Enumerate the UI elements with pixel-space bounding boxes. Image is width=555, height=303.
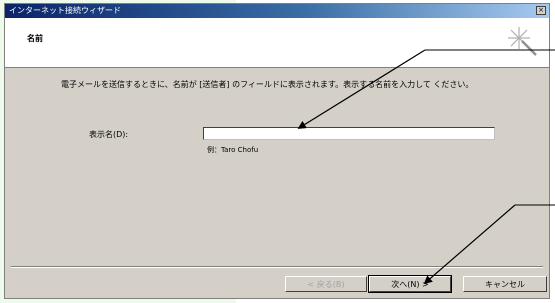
display-name-input[interactable] — [203, 127, 495, 140]
close-button[interactable]: × — [536, 6, 546, 15]
cancel-button[interactable]: キャンセル — [463, 276, 547, 292]
next-button[interactable]: 次へ(N) > — [368, 275, 452, 293]
example-text: 例：Taro Chofu — [207, 146, 259, 154]
title-bar[interactable]: インターネット接続ウィザード × — [5, 4, 549, 18]
button-separator — [11, 266, 543, 268]
window-title: インターネット接続ウィザード — [9, 6, 121, 15]
wizard-header: 名前 — [5, 18, 549, 68]
internet-connection-wizard-dialog: インターネット接続ウィザード × 名前 電子メールを送信するときに、名前が [送… — [4, 3, 550, 299]
close-icon: × — [538, 6, 544, 14]
description-text: 電子メールを送信するときに、名前が [送信者] のフィールドに表示されます。表示… — [61, 80, 474, 89]
page-heading: 名前 — [27, 34, 43, 43]
wizard-wand-icon — [508, 27, 537, 56]
back-button[interactable]: < 戻る(B) — [285, 276, 367, 292]
display-name-label: 表示名(D): — [89, 130, 129, 139]
